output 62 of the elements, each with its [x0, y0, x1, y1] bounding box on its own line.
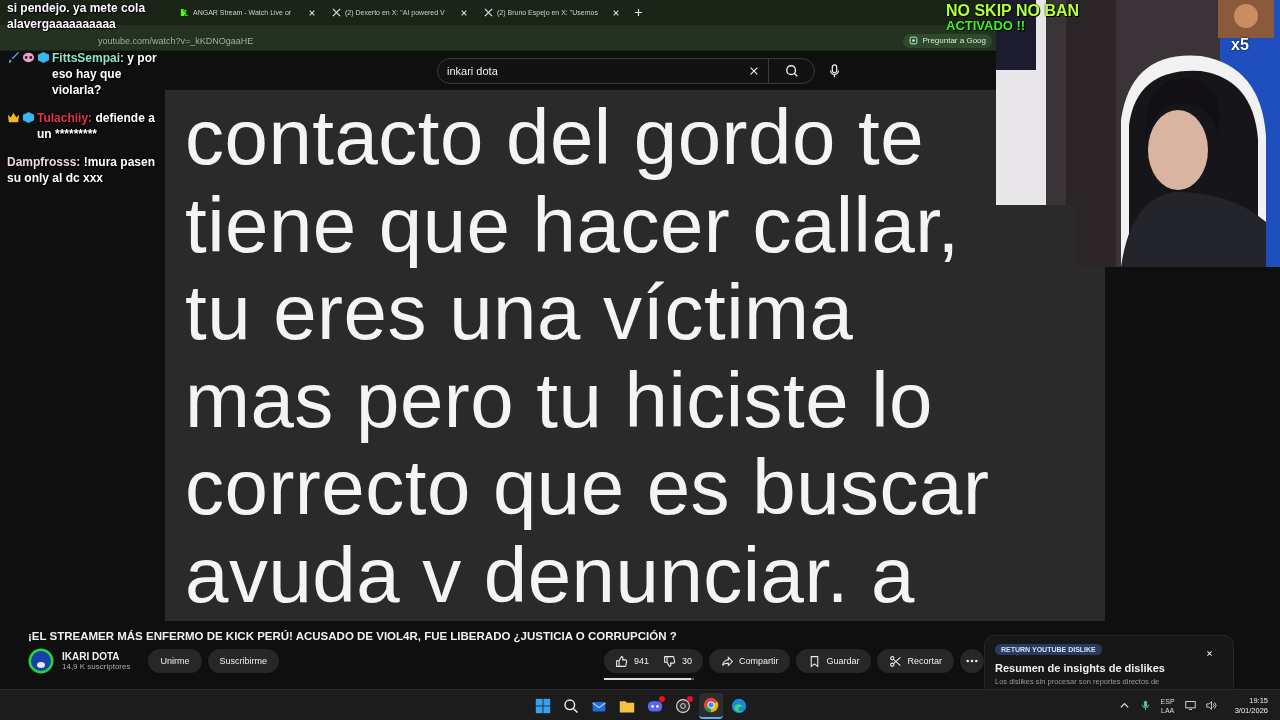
- cube-badge-icon: [22, 111, 35, 124]
- channel-button[interactable]: Suscribirme: [207, 649, 279, 673]
- close-icon[interactable]: [612, 8, 620, 17]
- more-button[interactable]: [960, 649, 984, 673]
- caption-line: tu eres una víctima: [185, 269, 855, 357]
- chat-message: si pendejo. ya mete cola alavergaaaaaaaaaa: [7, 0, 147, 32]
- aperture-icon: [675, 697, 691, 714]
- caption-line: tiene que hacer callar,: [185, 181, 961, 269]
- alert-subtitle: ACTIVADO !!: [946, 19, 1027, 33]
- search-icon: [563, 697, 579, 714]
- share-button[interactable]: Compartir: [708, 649, 791, 673]
- taskbar-chrome-button[interactable]: [699, 692, 723, 719]
- chat-message: Tulachiiy: defiende a un *********: [37, 110, 156, 142]
- like-button[interactable]: 941: [609, 654, 654, 668]
- crown-badge-icon: [7, 111, 20, 124]
- close-icon[interactable]: [1206, 650, 1213, 657]
- speaker-icon[interactable]: [1205, 700, 1217, 711]
- video-title: ¡EL STREAMER MÁS ENFERMO DE KICK PERÚ! ACUSADO DE VIOL4R, FUE LIBERADO ¿JUSTICIA O CORRUPCIÓN ?: [28, 629, 678, 642]
- chat-message: Dampfrosss: !mura pasen su only al dc xxx: [7, 154, 157, 186]
- subscriber-count: 14,9 K suscriptores: [62, 662, 131, 671]
- x-logo-icon: [332, 8, 341, 17]
- channel-button[interactable]: Unirme: [148, 649, 202, 673]
- monitor-icon[interactable]: [1184, 700, 1196, 711]
- caption-line: avuda v denunciar. a: [185, 531, 916, 619]
- notification-dot: [659, 695, 665, 702]
- card-title: Resumen de insights de dislikes: [995, 662, 1166, 674]
- thumbs-down-icon: [662, 654, 676, 668]
- more-icon: [966, 659, 978, 663]
- address-text[interactable]: youtube.com/watch?v=_kKDNOgaaHE: [98, 29, 254, 46]
- clip-button[interactable]: Recortar: [877, 649, 954, 673]
- video-frame[interactable]: contacto del gordo te tiene que hacer callar, tu eres una víctima mas pero tu hiciste lo correcto que es buscar avuda v denunciar. a: [165, 90, 1105, 621]
- chat-message: FittsSempai: y por eso hay que violarla?: [52, 50, 158, 98]
- multiplier-text: x5: [1231, 36, 1249, 54]
- lens-icon: [909, 36, 919, 45]
- microphone-icon[interactable]: [1139, 700, 1151, 711]
- browser-icon: [703, 696, 719, 713]
- x-logo-icon: [484, 8, 493, 17]
- k-logo-icon: [180, 8, 189, 17]
- scissors-icon: [889, 654, 903, 668]
- dislike-button[interactable]: 30: [657, 654, 697, 668]
- windows-logo-icon: [535, 697, 551, 714]
- search-field[interactable]: inkari dota: [437, 57, 815, 84]
- microphone-icon[interactable]: [829, 63, 840, 78]
- caption-line: contacto del gordo te: [185, 94, 925, 182]
- caption-line: correcto que es buscar: [185, 444, 991, 532]
- save-button[interactable]: Guardar: [796, 649, 872, 673]
- share-arrow-icon: [720, 654, 734, 668]
- clear-icon[interactable]: [749, 65, 759, 76]
- new-tab-icon[interactable]: [634, 8, 643, 17]
- close-icon[interactable]: [308, 8, 316, 17]
- search-icon: [784, 63, 799, 78]
- mask-badge-icon: [22, 51, 35, 64]
- caption-line: mas pero tu hiciste lo: [185, 356, 934, 444]
- close-icon[interactable]: [460, 8, 468, 17]
- wave-icon: [731, 697, 747, 714]
- channel-avatar[interactable]: [28, 648, 54, 674]
- sword-badge-icon: [7, 51, 20, 64]
- channel-name[interactable]: IKARI DOTA: [62, 651, 131, 662]
- notification-dot: [687, 695, 693, 702]
- chevron-up-icon[interactable]: [1118, 700, 1130, 711]
- thumbs-up-icon: [614, 654, 628, 668]
- ask-google-button[interactable]: Preguntar a Goog: [903, 33, 992, 48]
